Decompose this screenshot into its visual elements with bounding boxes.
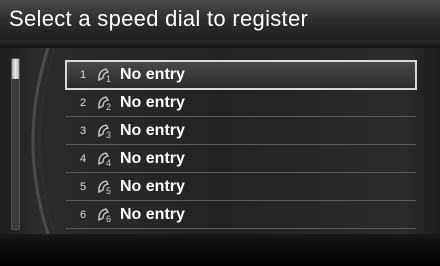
svg-text:5: 5 [106, 186, 111, 196]
speed-dial-1-icon: 1 [94, 65, 114, 85]
speed-dial-entry-3[interactable]: 3 3 No entry [66, 117, 416, 145]
footer-bar [0, 234, 440, 266]
speed-dial-entry-5[interactable]: 5 5 No entry [66, 173, 416, 201]
svg-text:6: 6 [106, 214, 111, 224]
entry-label: No entry [120, 177, 185, 195]
title-bar: Select a speed dial to register [0, 0, 440, 45]
speed-dial-entry-4[interactable]: 4 4 No entry [66, 145, 416, 173]
entry-number: 1 [79, 68, 87, 81]
page-title: Select a speed dial to register [9, 6, 309, 31]
speed-dial-entry-1[interactable]: 1 1 No entry [65, 60, 417, 90]
entry-label: No entry [120, 65, 185, 83]
speed-dial-entry-6[interactable]: 6 6 No entry [66, 201, 416, 229]
scrollbar-thumb[interactable] [12, 59, 19, 79]
speed-dial-list: 1 1 No entry 2 2 No entry 3 3 No entry 4… [65, 60, 436, 229]
entry-number: 2 [79, 96, 87, 109]
panel-curve-decoration [31, 48, 55, 234]
entry-number: 3 [79, 124, 87, 137]
entry-label: No entry [120, 205, 185, 223]
speed-dial-6-icon: 6 [94, 205, 114, 225]
entry-number: 6 [79, 208, 87, 221]
speed-dial-entry-2[interactable]: 2 2 No entry [66, 89, 416, 117]
scrollbar[interactable] [11, 58, 20, 230]
svg-text:3: 3 [106, 130, 111, 140]
entry-label: No entry [120, 121, 185, 139]
svg-text:2: 2 [106, 102, 111, 112]
svg-text:4: 4 [106, 158, 111, 168]
title-divider [0, 40, 440, 48]
speed-dial-2-icon: 2 [94, 93, 114, 113]
speed-dial-panel: 1 1 No entry 2 2 No entry 3 3 No entry 4… [0, 48, 440, 234]
entry-number: 4 [79, 152, 87, 165]
speed-dial-5-icon: 5 [94, 177, 114, 197]
entry-number: 5 [79, 180, 87, 193]
svg-text:1: 1 [106, 74, 111, 84]
speed-dial-4-icon: 4 [94, 149, 114, 169]
entry-label: No entry [120, 149, 185, 167]
speed-dial-3-icon: 3 [94, 121, 114, 141]
entry-label: No entry [120, 93, 185, 111]
